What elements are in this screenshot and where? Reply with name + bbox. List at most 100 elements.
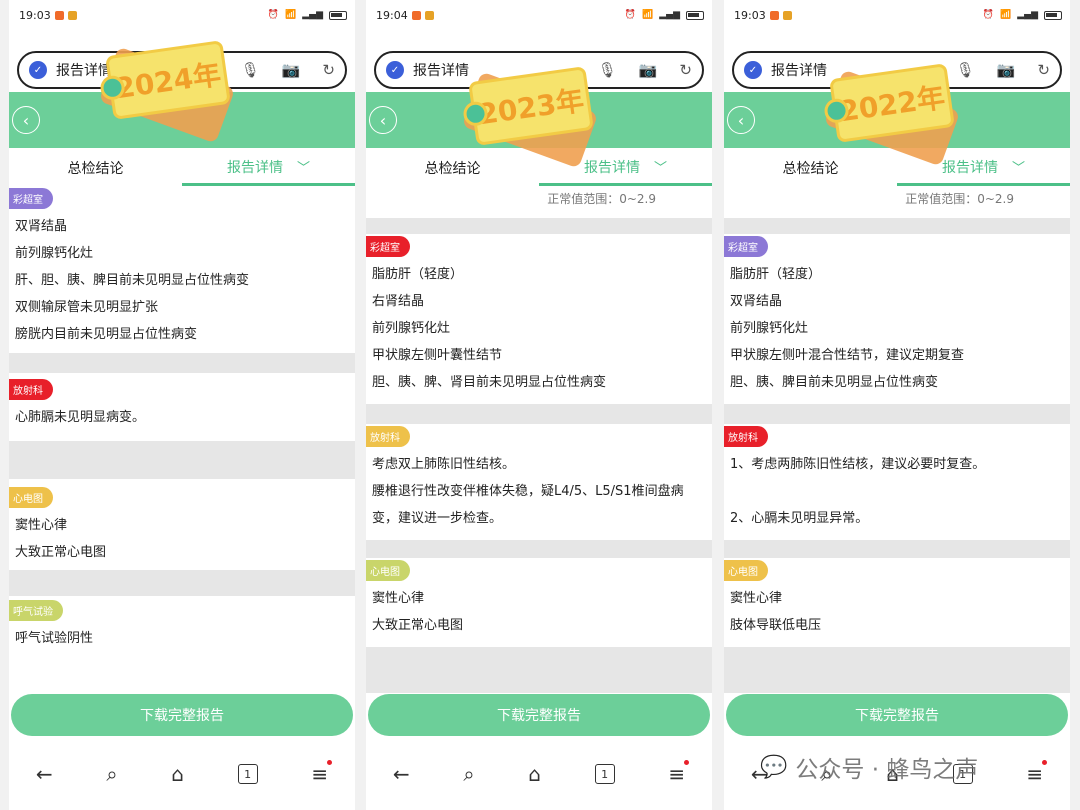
signal-icon: ▂▄▆ (1017, 10, 1038, 20)
battery-icon (329, 10, 347, 20)
tab-label: 报告详情 (583, 159, 640, 176)
status-bar: 19:03 ⏰ 📶 ▂▄▆ (9, 0, 355, 30)
finding: 大致正常心电图 (372, 618, 464, 633)
section-breath-test: 呼气试验 呼气试验阴性 (9, 596, 355, 658)
finding: 双肾结晶 (730, 294, 783, 309)
section-badge: 彩超室 (9, 188, 53, 209)
tab-summary[interactable]: 总检结论 (366, 150, 539, 186)
section-badge: 放射科 (366, 426, 410, 447)
finding: 考虑双上肺陈旧性结核。 (372, 457, 516, 472)
back-button[interactable]: ‹ (12, 106, 40, 134)
finding: 肝、胆、胰、脾目前未见明显占位性病变 (15, 273, 250, 288)
home-icon[interactable]: ⌂ (171, 762, 184, 786)
tab-label: 报告详情 (941, 159, 998, 176)
search-icon[interactable]: ⌕ (106, 762, 117, 786)
download-report-button[interactable]: 下载完整报告 (11, 694, 353, 736)
status-time: 19:03 (734, 8, 766, 22)
app-icon (782, 10, 792, 20)
section-radiology: 放射科 考虑双上肺陈旧性结核。 腰椎退行性改变伴椎体失稳，疑L4/5、L5/S1… (366, 424, 712, 540)
report-tabs: 总检结论 报告详情 ﹀ (724, 150, 1070, 186)
camera-icon[interactable]: 📷 (997, 61, 1016, 79)
menu-icon[interactable]: ≡ (668, 760, 689, 786)
alarm-icon: ⏰ (624, 10, 637, 20)
section-badge: 放射科 (724, 426, 768, 447)
report-tabs: 总检结论 报告详情 ﹀ (366, 150, 712, 186)
section-ecg: 心电图 窦性心律 肢体导联低电压 (724, 558, 1070, 647)
shield-icon: ✓ (386, 61, 404, 79)
alarm-icon: ⏰ (267, 10, 280, 20)
finding: 窦性心律 (372, 591, 425, 606)
divider (9, 570, 355, 596)
finding: 甲状腺左侧叶混合性结节，建议定期复查 (730, 348, 965, 363)
finding: 前列腺钙化灶 (372, 321, 451, 336)
divider (724, 540, 1070, 558)
app-icon (424, 10, 434, 20)
wifi-icon: 📶 (642, 10, 654, 20)
bottom-nav: ← ⌕ ⌂ 1 ≡ (366, 750, 712, 798)
status-bar: 19:04 ⏰ 📶 ▂▄▆ (366, 0, 712, 30)
section-badge: 心电图 (724, 560, 768, 581)
watermark-text: 公众号 · 蜂鸟之声 (795, 757, 979, 783)
finding: 胆、胰、脾、肾目前未见明显占位性病变 (372, 375, 607, 390)
divider (724, 404, 1070, 424)
back-arrow-icon[interactable]: ← (393, 762, 410, 786)
tabs-icon[interactable]: 1 (237, 764, 258, 784)
tab-report-detail[interactable]: 报告详情 ﹀ (182, 150, 355, 186)
battery-icon (1044, 10, 1062, 20)
back-arrow-icon[interactable]: ← (36, 762, 53, 786)
section-badge: 呼气试验 (9, 600, 63, 621)
refresh-icon[interactable]: ↻ (1037, 61, 1050, 79)
section-ultrasound: 彩超室 双肾结晶 前列腺钙化灶 肝、胆、胰、脾目前未见明显占位性病变 双侧输尿管… (9, 186, 355, 353)
divider (366, 404, 712, 424)
mic-icon[interactable]: 🎙 (956, 61, 975, 79)
menu-icon[interactable]: ≡ (311, 760, 332, 786)
section-ecg: 心电图 窦性心律 大致正常心电图 (366, 558, 712, 647)
finding: 窦性心律 (730, 591, 783, 606)
mic-icon[interactable]: 🎙 (241, 61, 260, 79)
refresh-icon[interactable]: ↻ (322, 61, 335, 79)
search-icon[interactable]: ⌕ (463, 762, 474, 786)
download-report-button[interactable]: 下载完整报告 (726, 694, 1068, 736)
section-radiology: 放射科 1、考虑两肺陈旧性结核，建议必要时复查。 2、心膈未见明显异常。 (724, 424, 1070, 540)
watermark: 💬 公众号 · 蜂鸟之声 (760, 750, 978, 784)
shield-icon: ✓ (744, 61, 762, 79)
section-radiology: 放射科 心肺膈未见明显病变。 (9, 373, 355, 441)
camera-icon[interactable]: 📷 (282, 61, 301, 79)
back-button[interactable]: ‹ (369, 106, 397, 134)
section-ultrasound: 彩超室 脂肪肝（轻度） 右肾结晶 前列腺钙化灶 甲状腺左侧叶囊性结节 胆、胰、脾… (366, 234, 712, 404)
finding: 大致正常心电图 (15, 545, 107, 560)
download-report-button[interactable]: 下载完整报告 (368, 694, 710, 736)
mic-icon[interactable]: 🎙 (598, 61, 617, 79)
section-badge: 心电图 (366, 560, 410, 581)
comparison-collage: 19:03 ⏰ 📶 ▂▄▆ ✓ 报告详情 🎙 📷 ↻ ‹ 总检结论 报告详情 ﹀ 彩超室 … (0, 0, 1080, 810)
home-icon[interactable]: ⌂ (528, 762, 541, 786)
tabs-icon[interactable]: 1 (594, 764, 615, 784)
app-icon (67, 10, 77, 20)
shield-icon: ✓ (29, 61, 47, 79)
tab-summary[interactable]: 总检结论 (9, 150, 182, 186)
menu-icon[interactable]: ≡ (1026, 760, 1047, 786)
alarm-icon: ⏰ (982, 10, 995, 20)
tab-summary[interactable]: 总检结论 (724, 150, 897, 186)
finding: 变，建议进一步检查。 (372, 511, 503, 526)
normal-range-text: 正常值范围：0~2.9 (547, 192, 656, 206)
finding: 2、心膈未见明显异常。 (730, 511, 869, 526)
report-content: 彩超室 脂肪肝（轻度） 右肾结晶 前列腺钙化灶 甲状腺左侧叶囊性结节 胆、胰、脾… (366, 218, 712, 693)
report-content: 彩超室 脂肪肝（轻度） 双肾结晶 前列腺钙化灶 甲状腺左侧叶混合性结节，建议定期… (724, 218, 1070, 693)
finding: 胆、胰、脾目前未见明显占位性病变 (730, 375, 939, 390)
tab-label: 报告详情 (226, 159, 283, 176)
finding: 脂肪肝（轻度） (372, 267, 464, 282)
refresh-icon[interactable]: ↻ (679, 61, 692, 79)
divider (724, 218, 1070, 234)
finding: 脂肪肝（轻度） (730, 267, 822, 282)
camera-icon[interactable]: 📷 (639, 61, 658, 79)
divider (724, 647, 1070, 693)
back-button[interactable]: ‹ (727, 106, 755, 134)
section-ecg: 心电图 窦性心律 大致正常心电图 (9, 479, 355, 570)
divider (366, 540, 712, 558)
status-time: 19:03 (19, 8, 51, 22)
finding: 窦性心律 (15, 518, 68, 533)
section-badge: 彩超室 (724, 236, 768, 257)
status-time: 19:04 (376, 8, 408, 22)
finding: 心肺膈未见明显病变。 (15, 410, 146, 425)
